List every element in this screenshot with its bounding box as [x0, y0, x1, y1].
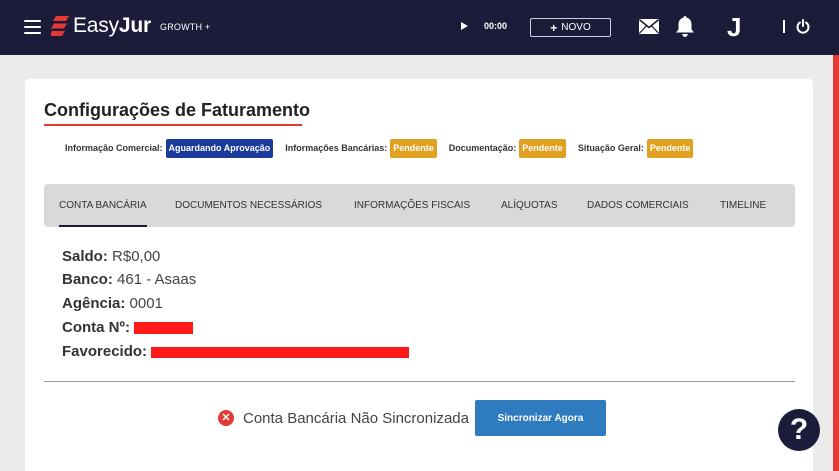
- tab-bar: CONTA BANCÁRIA DOCUMENTOS NECESSÁRIOS IN…: [44, 184, 795, 227]
- mail-icon[interactable]: [638, 19, 660, 39]
- title-underline: [44, 124, 302, 126]
- logo-mark-icon: [51, 16, 69, 36]
- new-button[interactable]: + NOVO: [530, 18, 611, 37]
- status-badge-documentation: Pendente: [519, 138, 566, 158]
- menu-icon[interactable]: [24, 20, 41, 34]
- logo-text: EasyJur: [73, 14, 151, 37]
- status-badge-general: Pendente: [646, 138, 694, 158]
- status-label-commercial: Informação Comercial:: [65, 143, 163, 153]
- power-icon[interactable]: [796, 19, 810, 39]
- timer: 00:00: [484, 21, 508, 31]
- logo[interactable]: EasyJur: [51, 14, 151, 38]
- top-bar: EasyJur GROWTH + 00:00 + NOVO J: [0, 0, 839, 55]
- balance-value: R$0,00: [112, 248, 161, 265]
- beneficiary-row: Favorecido:: [62, 343, 410, 360]
- user-avatar[interactable]: J: [727, 12, 741, 43]
- agency-value: 0001: [129, 295, 163, 312]
- status-label-documentation: Documentação:: [448, 143, 517, 153]
- tab-tax-info[interactable]: INFORMAÇÕES FISCAIS: [354, 184, 470, 227]
- status-label-banking: Informações Bancárias:: [285, 143, 388, 153]
- tab-timeline[interactable]: TIMELINE: [720, 184, 766, 227]
- tab-rates[interactable]: ALÍQUOTAS: [501, 184, 558, 227]
- play-icon[interactable]: [461, 22, 468, 30]
- sync-row: ✕ Conta Bancária Não Sincronizada Sincro…: [218, 400, 606, 436]
- tab-bank-account[interactable]: CONTA BANCÁRIA: [59, 184, 147, 227]
- tab-required-documents[interactable]: DOCUMENTOS NECESSÁRIOS: [175, 184, 322, 227]
- help-button[interactable]: ?: [778, 409, 820, 451]
- sync-now-button[interactable]: Sincronizar Agora: [474, 400, 606, 436]
- header-divider: [783, 20, 785, 33]
- agency-row: Agência: 0001: [62, 295, 163, 312]
- page-title: Configurações de Faturamento: [44, 100, 311, 120]
- bank-row: Banco: 461 - Asaas: [62, 271, 197, 288]
- account-number-row: Conta Nº:: [62, 319, 194, 336]
- plan-label: GROWTH +: [160, 22, 211, 32]
- section-divider: [44, 381, 795, 382]
- plus-icon: +: [550, 20, 558, 35]
- status-row: Informação Comercial: Aguardando Aprovaç…: [65, 138, 705, 158]
- balance-row: Saldo: R$0,00: [62, 248, 161, 265]
- bell-icon[interactable]: [675, 15, 695, 43]
- billing-settings-card: Configurações de Faturamento Informação …: [25, 79, 813, 471]
- beneficiary-redacted: [151, 346, 410, 358]
- account-number-redacted: [134, 322, 194, 335]
- status-label-general: Situação Geral:: [577, 143, 644, 153]
- sync-status-message: Conta Bancária Não Sincronizada: [243, 409, 469, 427]
- status-badge-commercial: Aguardando Aprovação: [165, 138, 274, 158]
- bank-value: 461 - Asaas: [117, 271, 197, 288]
- error-icon: ✕: [218, 410, 234, 426]
- tab-commercial-data[interactable]: DADOS COMERCIAIS: [587, 184, 689, 227]
- scrollbar[interactable]: [833, 55, 839, 471]
- status-badge-banking: Pendente: [390, 138, 437, 158]
